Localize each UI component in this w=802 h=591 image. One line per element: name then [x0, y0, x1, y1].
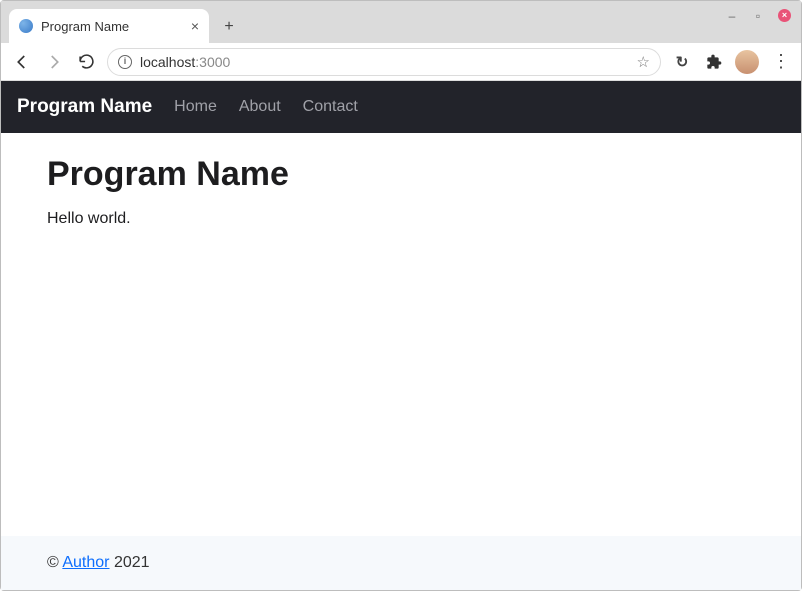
reload-icon[interactable]: [75, 51, 97, 73]
window-controls: – ▫ ×: [726, 9, 791, 22]
globe-icon: [19, 19, 33, 33]
avatar[interactable]: [735, 50, 759, 74]
nav-link-about[interactable]: About: [239, 98, 281, 116]
page-footer: © Author 2021: [1, 536, 801, 590]
info-icon[interactable]: i: [118, 55, 132, 69]
body-text: Hello world.: [47, 210, 755, 228]
copyright-symbol: ©: [47, 554, 62, 571]
extensions-icon[interactable]: [703, 51, 725, 73]
menu-icon[interactable]: ⋮: [769, 51, 791, 73]
browser-tab[interactable]: Program Name ×: [9, 9, 209, 43]
author-link[interactable]: Author: [62, 554, 109, 571]
browser-toolbar: i localhost:3000 ☆ ↻ ⋮: [1, 43, 801, 81]
forward-icon[interactable]: [43, 51, 65, 73]
url-text: localhost:3000: [140, 54, 230, 70]
copyright-year: 2021: [110, 554, 150, 571]
page-title: Program Name: [47, 155, 755, 194]
site-navbar: Program Name Home About Contact: [1, 81, 801, 133]
new-tab-button[interactable]: +: [217, 15, 241, 39]
brand[interactable]: Program Name: [17, 96, 152, 118]
tab-title: Program Name: [41, 19, 183, 34]
address-bar[interactable]: i localhost:3000 ☆: [107, 48, 661, 76]
main-content: Program Name Hello world.: [1, 133, 801, 536]
back-icon[interactable]: [11, 51, 33, 73]
bookmark-star-icon[interactable]: ☆: [637, 53, 650, 71]
titlebar: Program Name × + – ▫ ×: [1, 1, 801, 43]
close-icon[interactable]: ×: [191, 18, 199, 34]
sync-icon[interactable]: ↻: [671, 51, 693, 73]
nav-link-home[interactable]: Home: [174, 98, 217, 116]
maximize-icon[interactable]: ▫: [752, 10, 764, 22]
nav-link-contact[interactable]: Contact: [303, 98, 358, 116]
page-content: Program Name Home About Contact Program …: [1, 81, 801, 590]
minimize-icon[interactable]: –: [726, 10, 738, 22]
browser-window: Program Name × + – ▫ × i localhost:3000 …: [0, 0, 802, 591]
window-close-icon[interactable]: ×: [778, 9, 791, 22]
